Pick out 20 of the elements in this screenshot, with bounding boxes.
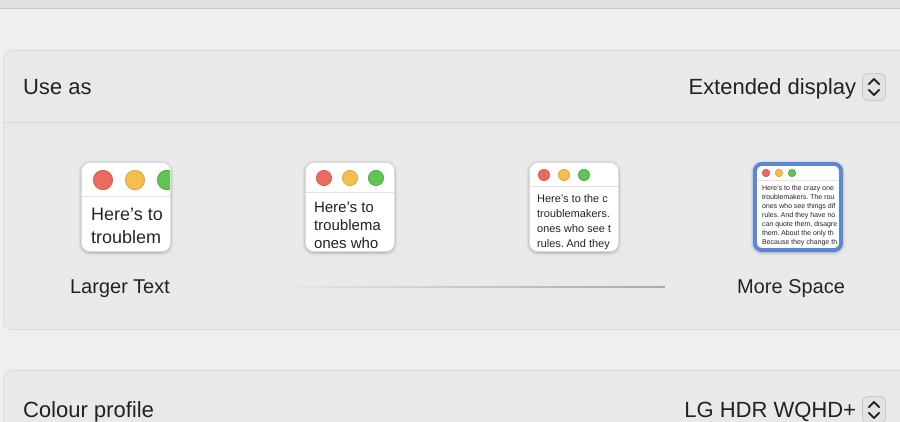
- colour-profile-label: Colour profile: [23, 396, 154, 422]
- sample-text: ones who see t: [537, 222, 611, 237]
- scale-option[interactable]: Here’s to troublema ones who: [305, 162, 395, 252]
- more-space-label: More Space: [737, 275, 845, 300]
- sample-text: troublema: [314, 217, 382, 235]
- use-as-label: Use as: [23, 73, 92, 101]
- stepper-icon[interactable]: [862, 72, 886, 100]
- stepper-icon[interactable]: [862, 396, 886, 422]
- larger-text-label: Larger Text: [70, 275, 171, 300]
- sample-text: Here’s to: [91, 203, 161, 226]
- colour-profile-select[interactable]: LG HDR WQHD+: [684, 393, 886, 422]
- sample-text: Here’s to: [314, 199, 375, 217]
- sample-text: troublemakers.: [537, 207, 611, 222]
- scale-option[interactable]: Here’s to the c troublemakers. ones who see t rules. And they: [529, 162, 619, 252]
- scale-option[interactable]: Here’s to troublem: [81, 162, 171, 252]
- sample-text: rules. And they: [537, 237, 611, 251]
- sample-text: troublem: [91, 226, 161, 249]
- sample-text: Here’s to the c: [537, 192, 609, 207]
- sample-text: ones who: [314, 235, 380, 251]
- use-as-select[interactable]: Extended display: [688, 70, 886, 103]
